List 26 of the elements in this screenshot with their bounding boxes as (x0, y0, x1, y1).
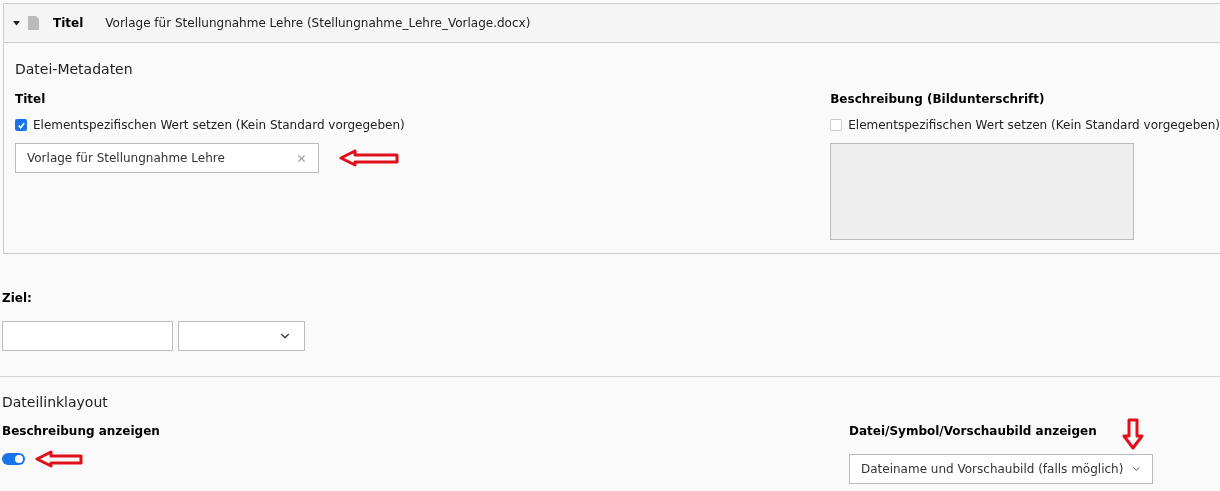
annotation-arrow (1121, 418, 1145, 450)
header-title: Vorlage für Stellungnahme Lehre (Stellungnahme_Lehre_Vorlage.docx) (105, 15, 531, 32)
field-label: Beschreibung anzeigen (2, 423, 161, 440)
panel-header[interactable]: Titel Vorlage für Stellungnahme Lehre (Stellungnahme_Lehre_Vorlage.docx) (4, 4, 1220, 43)
field-label: Ziel: (2, 291, 32, 305)
field-label: Titel (15, 91, 47, 108)
field-label: Datei/Symbol/Vorschaubild anzeigen (849, 423, 1097, 440)
section-heading: Dateilinklayout (2, 394, 108, 410)
textarea-field[interactable] (830, 143, 1135, 240)
field-label: Beschreibung (Bildunterschrift) (830, 91, 1046, 108)
annotation-arrow (339, 149, 399, 167)
text-field[interactable] (2, 321, 173, 351)
text-field[interactable]: Vorlage für Stellungnahme Lehre (15, 143, 319, 173)
checkbox-label[interactable]: Elementspezifischen Wert setzen (Kein Standard vorgegeben) (848, 116, 1220, 134)
checkbox[interactable] (830, 119, 843, 131)
dropdown[interactable]: Dateiname und Vorschaubild (falls möglich) (849, 454, 1153, 484)
checkbox-label[interactable]: Elementspezifischen Wert setzen (Kein Standard vorgegeben) (33, 116, 405, 134)
header-label: Titel (53, 15, 84, 32)
annotation-arrow (35, 450, 83, 468)
checkbox[interactable] (15, 119, 27, 131)
toggle-switch[interactable] (2, 453, 25, 465)
caret-icon[interactable] (13, 20, 20, 26)
section-heading: Datei-Metadaten (15, 61, 133, 77)
file-icon (28, 16, 39, 30)
dropdown[interactable] (178, 321, 305, 351)
clear-icon[interactable] (296, 152, 307, 164)
